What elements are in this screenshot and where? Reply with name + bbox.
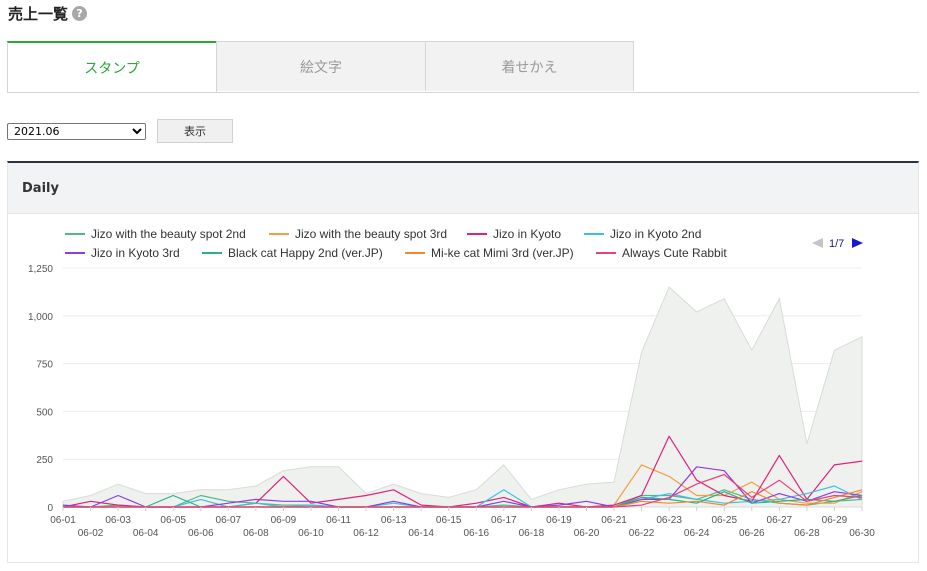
x-tick-label: 06-23 [656,515,682,526]
y-tick-label: 500 [36,407,53,418]
legend-item[interactable]: Mi-ke cat Mimi 3rd (ver.JP) [405,246,574,260]
x-tick-label: 06-08 [243,528,269,539]
legend-item[interactable]: Jizo in Kyoto 3rd [65,246,180,260]
x-tick-label: 06-26 [739,528,765,539]
x-tick-label: 06-17 [491,515,517,526]
y-tick-label: 250 [36,455,53,466]
y-tick-label: 750 [36,360,53,371]
x-tick-label: 06-25 [711,515,737,526]
x-tick-label: 06-09 [271,515,297,526]
x-tick-label: 06-14 [408,528,434,539]
legend-label: Jizo with the beauty spot 3rd [295,227,447,241]
x-tick-label: 06-10 [298,528,324,539]
triangle-right-icon[interactable] [852,238,863,248]
legend-item[interactable]: Jizo in Kyoto [467,227,561,241]
y-tick-label: 1,000 [28,312,53,323]
y-tick-label: 1,250 [28,264,53,275]
total-area [62,286,863,508]
x-tick-label: 06-27 [767,515,793,526]
x-tick-label: 06-18 [519,528,545,539]
x-tick-label: 06-16 [463,528,489,539]
x-tick-label: 06-28 [794,528,820,539]
legend-item[interactable]: Jizo with the beauty spot 2nd [65,227,246,241]
x-tick-label: 06-12 [353,528,379,539]
legend-label: Black cat Happy 2nd (ver.JP) [228,246,383,260]
x-tick-label: 06-13 [381,515,407,526]
x-tick-label: 06-21 [601,515,627,526]
x-tick-label: 06-15 [436,515,462,526]
legend-label: Jizo in Kyoto 3rd [91,246,180,260]
chart-legend: Jizo with the beauty spot 2nd Jizo with t… [65,227,727,260]
triangle-left-icon[interactable] [812,238,823,248]
x-tick-label: 06-19 [546,515,572,526]
x-tick-label: 06-05 [160,515,186,526]
daily-sales-chart: 0 250 500 750 1,000 1,250 06-0106-0206-0306-04… [28,227,875,539]
x-tick-label: 06-04 [133,528,159,539]
legend-item[interactable]: Always Cute Rabbit [596,246,727,260]
legend-label: Jizo with the beauty spot 2nd [91,227,246,241]
legend-pager: 1/7 [812,238,863,250]
x-tick-label: 06-24 [684,528,710,539]
x-tick-label: 06-29 [822,515,848,526]
x-tick-label: 06-22 [629,528,655,539]
x-tick-label: 06-07 [216,515,242,526]
x-tick-label: 06-20 [574,528,600,539]
x-tick-label: 06-02 [78,528,104,539]
legend-item[interactable]: Black cat Happy 2nd (ver.JP) [202,246,383,260]
legend-label: Jizo in Kyoto [493,227,561,241]
x-tick-label: 06-06 [188,528,214,539]
x-tick-label: 06-30 [849,528,875,539]
legend-item[interactable]: Jizo in Kyoto 2nd [584,227,701,241]
x-tick-label: 06-11 [326,515,351,526]
legend-item[interactable]: Jizo with the beauty spot 3rd [269,227,447,241]
y-tick-label: 0 [47,503,53,514]
x-tick-label: 06-03 [105,515,131,526]
legend-page-indicator: 1/7 [829,238,844,250]
legend-label: Always Cute Rabbit [622,246,727,260]
x-tick-label: 06-01 [50,515,76,526]
legend-label: Jizo in Kyoto 2nd [610,227,701,241]
legend-label: Mi-ke cat Mimi 3rd (ver.JP) [431,246,574,260]
